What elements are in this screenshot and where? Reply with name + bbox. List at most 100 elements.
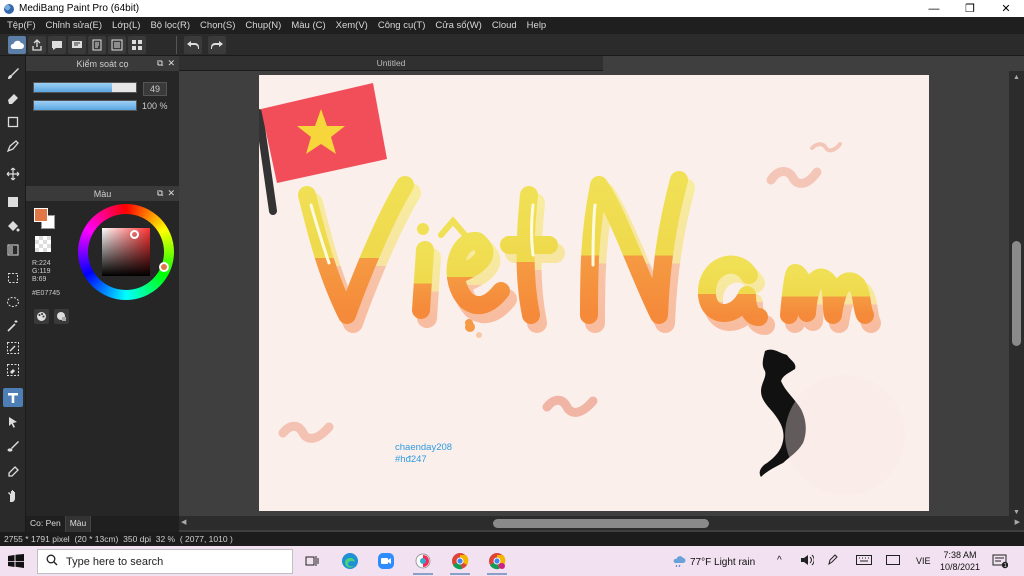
cloud-icon[interactable] bbox=[8, 36, 26, 54]
task-view-icon[interactable] bbox=[300, 550, 324, 572]
list-icon[interactable] bbox=[108, 36, 126, 54]
clock-date: 10/8/2021 bbox=[940, 562, 981, 572]
canvas-text-line2: #hđ247 bbox=[395, 454, 427, 465]
taskbar: Type here to search 77°F Light rain ^ VI… bbox=[0, 546, 1024, 576]
comment-icon[interactable] bbox=[48, 36, 66, 54]
grid-icon[interactable] bbox=[128, 36, 146, 54]
hue-wheel[interactable] bbox=[78, 204, 174, 300]
hand-tool-icon[interactable] bbox=[3, 486, 23, 505]
menu-capture[interactable]: Chụp(N) bbox=[240, 20, 286, 31]
sv-picker-handle[interactable] bbox=[130, 230, 139, 239]
tray-overflow-icon[interactable]: ^ bbox=[777, 555, 782, 566]
chrome-profile-icon[interactable] bbox=[485, 550, 509, 575]
clock[interactable]: 7:38 AM 10/8/2021 bbox=[940, 549, 980, 573]
close-button[interactable]: ✕ bbox=[988, 0, 1024, 17]
rectangle-tool-icon[interactable] bbox=[3, 112, 23, 131]
menu-layer[interactable]: Lớp(L) bbox=[107, 20, 145, 31]
lasso-tool-icon[interactable] bbox=[3, 292, 23, 311]
select-pen-tool-icon[interactable] bbox=[3, 338, 23, 357]
gradient-tool-icon[interactable] bbox=[3, 240, 23, 259]
volume-icon[interactable] bbox=[800, 554, 815, 569]
document-tab[interactable]: Untitled bbox=[179, 56, 603, 71]
keyboard-icon[interactable] bbox=[856, 555, 872, 568]
menu-cloud[interactable]: Cloud bbox=[487, 20, 522, 31]
primary-color-swatch[interactable] bbox=[34, 208, 48, 222]
windows-start-icon[interactable] bbox=[8, 554, 24, 568]
menu-help[interactable]: Help bbox=[522, 20, 552, 31]
brush-size-slider[interactable] bbox=[33, 82, 137, 93]
tab-color[interactable]: Màu bbox=[65, 516, 92, 532]
chrome-icon[interactable] bbox=[448, 550, 472, 575]
medibang-taskbar-icon[interactable] bbox=[411, 550, 435, 575]
rgb-readout: R:224 G:119 B:69 bbox=[32, 260, 51, 284]
pen-tool-icon[interactable] bbox=[3, 136, 23, 155]
zoom-app-icon[interactable] bbox=[374, 550, 398, 572]
language-indicator[interactable]: VIE bbox=[916, 556, 931, 566]
select-tool-icon[interactable] bbox=[3, 268, 23, 287]
horizontal-scroll-thumb[interactable] bbox=[493, 519, 709, 528]
text-tool-icon[interactable] bbox=[3, 388, 23, 407]
fill-shape-tool-icon[interactable] bbox=[3, 192, 23, 211]
maximize-button[interactable]: ❐ bbox=[952, 0, 988, 17]
drawing-canvas[interactable]: chaenday208 #hđ247 bbox=[259, 75, 929, 511]
hue-picker-handle[interactable] bbox=[159, 262, 169, 272]
menu-select[interactable]: Chọn(S) bbox=[195, 20, 240, 31]
minimize-button[interactable]: — bbox=[916, 0, 952, 17]
redo-icon[interactable] bbox=[208, 36, 226, 54]
edge-browser-icon[interactable] bbox=[338, 550, 362, 572]
menu-filter[interactable]: Bộ lọc(R) bbox=[145, 20, 195, 31]
brush-size-value[interactable]: 49 bbox=[143, 82, 168, 96]
horizontal-scrollbar[interactable]: ◀ ▶ bbox=[179, 516, 1024, 530]
magic-wand-tool-icon[interactable] bbox=[3, 316, 23, 335]
saturation-value-square[interactable] bbox=[102, 228, 150, 276]
brush-opacity-slider[interactable] bbox=[33, 100, 137, 111]
menu-color[interactable]: Màu (C) bbox=[286, 20, 330, 31]
share-icon[interactable] bbox=[28, 36, 46, 54]
taskbar-search-box[interactable]: Type here to search bbox=[37, 549, 293, 574]
canvas-text-line1: chaenday208 bbox=[395, 442, 452, 453]
bucket-tool-icon[interactable] bbox=[3, 216, 23, 235]
menu-tools[interactable]: Công cụ(T) bbox=[373, 20, 431, 31]
transparent-swatch[interactable] bbox=[35, 236, 51, 252]
scroll-up-icon[interactable]: ▲ bbox=[1013, 74, 1020, 81]
menu-file[interactable]: Tệp(F) bbox=[2, 20, 41, 31]
move-tool-icon[interactable] bbox=[3, 164, 23, 183]
vertical-scrollbar[interactable]: ▲ ▼ bbox=[1009, 71, 1024, 519]
eyedropper-tool-icon[interactable] bbox=[3, 462, 23, 481]
weather-widget[interactable]: 77°F Light rain bbox=[672, 555, 755, 570]
eraser-tool-icon[interactable] bbox=[3, 88, 23, 107]
clock-time: 7:38 AM bbox=[943, 550, 977, 560]
brush-tool-icon[interactable] bbox=[3, 64, 23, 83]
artwork: chaenday208 #hđ247 bbox=[259, 83, 905, 495]
palette-settings-icon[interactable] bbox=[54, 309, 69, 324]
menu-view[interactable]: Xem(V) bbox=[331, 20, 373, 31]
brush-size-fill bbox=[34, 83, 112, 92]
tab-brush[interactable]: Co: Pen bbox=[26, 516, 66, 532]
popout-icon[interactable]: ⧉ bbox=[157, 188, 163, 199]
operation-tool-icon[interactable] bbox=[3, 412, 23, 431]
brush-control-panel: Kiểm soát cọ ⧉ ✕ 49 100 % bbox=[26, 56, 179, 186]
document-icon[interactable] bbox=[88, 36, 106, 54]
select-eraser-tool-icon[interactable] bbox=[3, 360, 23, 379]
popout-icon[interactable]: ⧉ bbox=[157, 58, 163, 69]
weather-text: 77°F Light rain bbox=[690, 557, 756, 568]
display-icon[interactable] bbox=[886, 555, 900, 568]
app-icon bbox=[4, 3, 14, 14]
menu-bar: Tệp(F) Chỉnh sửa(E) Lớp(L) Bộ lọc(R) Chọ… bbox=[0, 17, 1024, 34]
blur-tool-icon[interactable] bbox=[3, 436, 23, 455]
menu-edit[interactable]: Chỉnh sửa(E) bbox=[41, 20, 108, 31]
notifications-icon[interactable]: 1 bbox=[992, 553, 1009, 572]
pen-workspace-icon[interactable] bbox=[827, 554, 839, 569]
panel-close-icon[interactable]: ✕ bbox=[167, 58, 175, 69]
scroll-left-icon[interactable]: ◀ bbox=[181, 518, 186, 526]
palette-icon[interactable] bbox=[34, 309, 49, 324]
scroll-down-icon[interactable]: ▼ bbox=[1013, 509, 1020, 516]
menu-window[interactable]: Cửa sổ(W) bbox=[430, 20, 486, 31]
zoom-level: 32 % bbox=[155, 534, 176, 544]
panel-close-icon[interactable]: ✕ bbox=[167, 188, 175, 199]
vertical-scroll-thumb[interactable] bbox=[1012, 241, 1021, 346]
message-icon[interactable] bbox=[68, 36, 86, 54]
title-bar: MediBang Paint Pro (64bit) — ❐ ✕ bbox=[0, 0, 1024, 17]
undo-icon[interactable] bbox=[184, 36, 202, 54]
scroll-right-icon[interactable]: ▶ bbox=[1015, 518, 1020, 526]
